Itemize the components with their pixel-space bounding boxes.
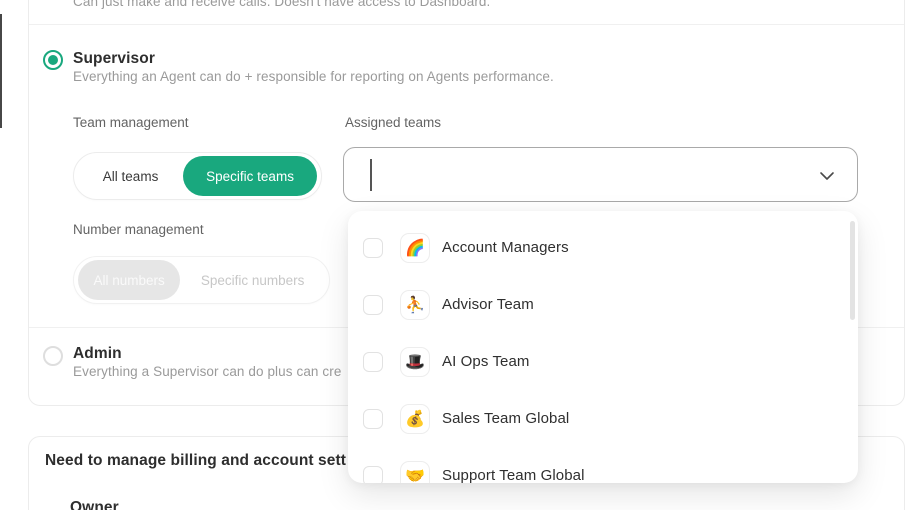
assigned-teams-label: Assigned teams [345,115,442,130]
window-edge [0,14,2,128]
team-management-label: Team management [73,115,189,130]
toggle-option-all-numbers[interactable]: All numbers [78,260,181,300]
team-name: AI Ops Team [442,353,530,370]
text-caret [370,159,372,191]
team-option[interactable]: 🤝 Support Team Global [348,447,858,483]
team-emoji-icon: 🎩 [400,346,430,377]
checkbox[interactable] [363,465,383,483]
checkbox[interactable] [363,351,383,372]
checkbox[interactable] [363,294,383,315]
supervisor-description: Everything an Agent can do + responsible… [73,69,554,84]
team-name: Support Team Global [442,467,585,483]
team-option[interactable]: 🌈 Account Managers [348,219,858,276]
admin-radio[interactable] [43,346,63,366]
section-divider [29,24,904,25]
team-option[interactable]: 💰 Sales Team Global [348,390,858,447]
owner-title: Owner [70,499,119,510]
number-management-toggle: All numbers Specific numbers [73,256,330,304]
supervisor-radio[interactable] [43,50,63,70]
assigned-teams-dropdown: 🌈 Account Managers ⛹️ Advisor Team 🎩 AI … [348,211,858,483]
checkbox[interactable] [363,408,383,429]
radio-dot [48,55,58,65]
team-option[interactable]: 🎩 AI Ops Team [348,333,858,390]
team-emoji-icon: 💰 [400,403,430,434]
toggle-option-specific-numbers[interactable]: Specific numbers [180,273,325,288]
team-name: Sales Team Global [442,410,570,427]
team-management-toggle: All teams Specific teams [73,152,322,200]
team-name: Advisor Team [442,296,534,313]
checkbox[interactable] [363,237,383,258]
team-option[interactable]: ⛹️ Advisor Team [348,276,858,333]
number-management-label: Number management [73,222,204,237]
assigned-teams-input[interactable] [343,147,858,202]
agent-description: Can just make and receive calls. Doesn't… [73,0,491,9]
admin-title: Admin [73,345,122,362]
team-emoji-icon: 🤝 [400,460,430,483]
role-settings-page: Can just make and receive calls. Doesn't… [0,0,921,510]
chevron-down-icon[interactable] [819,169,835,181]
team-emoji-icon: 🌈 [400,232,430,263]
billing-heading: Need to manage billing and account sett [45,452,347,469]
toggle-option-specific-teams[interactable]: Specific teams [183,156,317,196]
admin-description: Everything a Supervisor can do plus can … [73,364,342,379]
team-emoji-icon: ⛹️ [400,289,430,320]
dropdown-scrollbar[interactable] [850,221,855,320]
supervisor-title: Supervisor [73,50,155,67]
toggle-option-all-teams[interactable]: All teams [78,169,183,184]
team-name: Account Managers [442,239,569,256]
